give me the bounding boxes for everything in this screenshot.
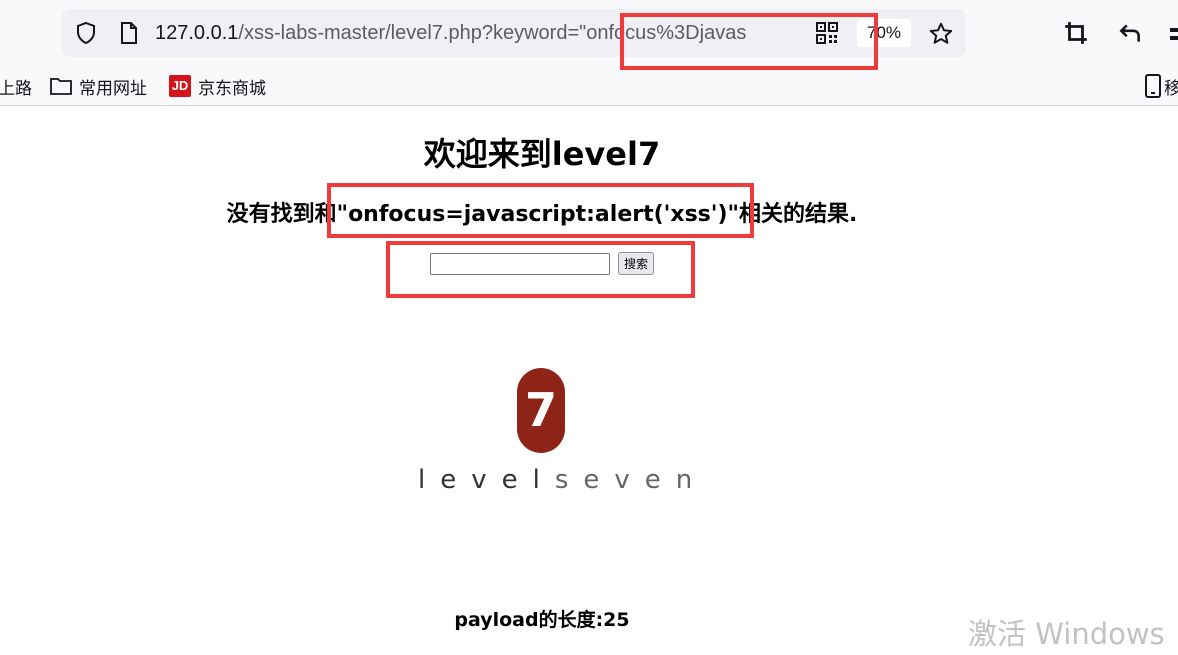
mobile-bookmarks-label: 移 (1164, 78, 1178, 99)
level-seven-logo: 7 levelseven (418, 365, 692, 500)
highlight-box-result (327, 183, 754, 238)
payload-length: payload的长度:25 (454, 609, 630, 631)
bookmark-label: 京东商城 (198, 78, 266, 99)
jd-logo-icon: JD (169, 75, 191, 97)
mobile-bookmarks[interactable]: 移 (1144, 73, 1178, 99)
highlight-box-search (386, 241, 695, 298)
page-title: 欢迎来到level7 (423, 135, 661, 173)
url-host: 127.0.0.1 (155, 22, 239, 44)
bookmark-folder-common[interactable]: 常用网址 (50, 73, 147, 99)
bookmarks-bar: 上路 常用网址 JD 京东商城 移 (0, 66, 1178, 106)
logo-wordmark: levelseven (418, 463, 692, 497)
bookmark-jd[interactable]: JD 京东商城 (169, 73, 266, 99)
level-badge: 7 (517, 368, 565, 453)
star-icon[interactable] (928, 21, 954, 51)
logo-word-seven: seven (554, 465, 708, 495)
logo-word-level: level (418, 465, 555, 495)
overflow-icon[interactable] (1168, 20, 1178, 50)
bookmark-label: 常用网址 (79, 78, 147, 99)
undo-icon[interactable] (1117, 20, 1143, 50)
highlight-box-url (620, 13, 878, 70)
result-suffix: 相关的结果. (739, 202, 858, 227)
browser-toolbar: 127.0.0.1/xss-labs-master/level7.php?key… (0, 0, 1178, 66)
folder-icon (50, 76, 72, 96)
shield-icon[interactable] (74, 21, 98, 49)
bookmark-item[interactable]: 上路 (0, 73, 32, 99)
bookmark-label: 上路 (0, 78, 32, 99)
windows-activation-watermark: 激活 Windows (968, 617, 1165, 651)
page-icon (118, 21, 140, 49)
result-prefix: 没有找到和 (226, 202, 337, 227)
mobile-icon (1144, 74, 1162, 98)
url-path: /xss-labs-master/level7.php?keyword= (238, 22, 580, 44)
crop-icon[interactable] (1063, 20, 1089, 50)
